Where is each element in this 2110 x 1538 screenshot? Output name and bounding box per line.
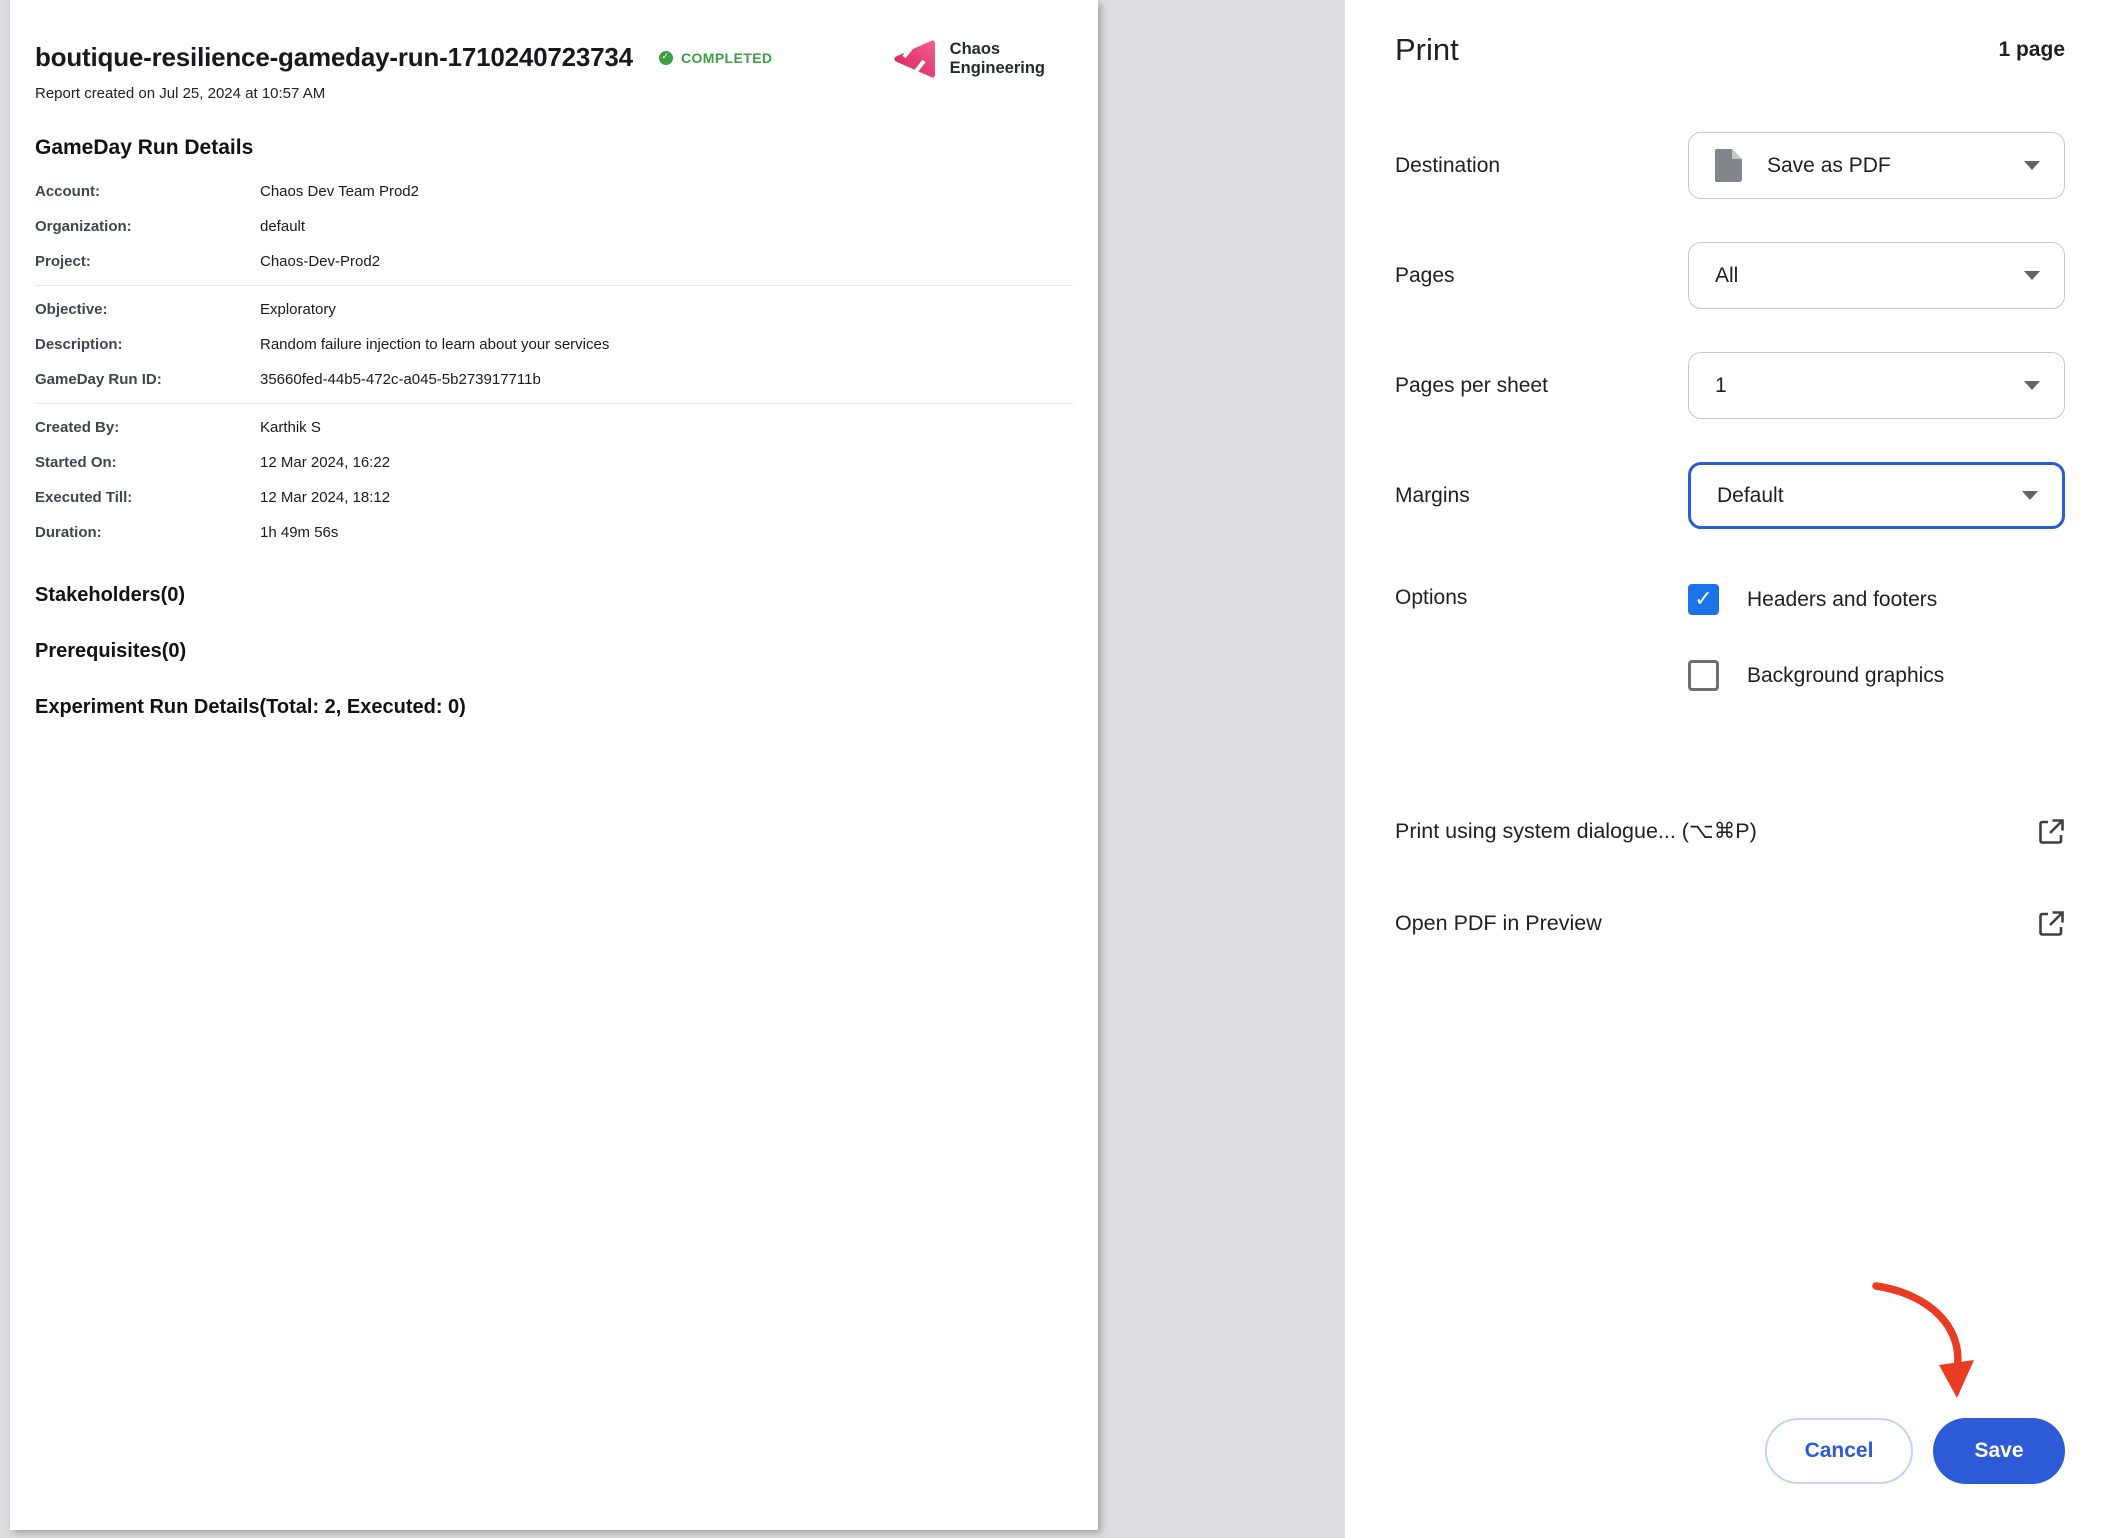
external-link-icon bbox=[2038, 818, 2065, 845]
external-link-icon bbox=[2038, 910, 2065, 937]
divider bbox=[35, 403, 1073, 404]
chevron-down-icon bbox=[2024, 271, 2040, 280]
destination-select[interactable]: Save as PDF bbox=[1688, 132, 2065, 199]
cancel-button[interactable]: Cancel bbox=[1765, 1418, 1913, 1484]
detail-row: Started On: 12 Mar 2024, 16:22 bbox=[35, 445, 1073, 480]
page-count: 1 page bbox=[1998, 38, 2065, 62]
details-table: Account: Chaos Dev Team Prod2 Organizati… bbox=[35, 174, 1073, 550]
chevron-down-icon bbox=[2024, 381, 2040, 390]
pages-per-sheet-value: 1 bbox=[1715, 374, 1727, 398]
report-title: boutique-resilience-gameday-run-17102407… bbox=[35, 42, 633, 73]
pages-value: All bbox=[1715, 264, 1738, 288]
brand-name: Chaos Engineering bbox=[950, 40, 1045, 79]
chaos-engineering-logo-icon bbox=[890, 35, 938, 83]
detail-row: GameDay Run ID: 35660fed-44b5-472c-a045-… bbox=[35, 362, 1073, 397]
brand-block: Chaos Engineering bbox=[890, 35, 1045, 83]
checkbox-checked-icon[interactable]: ✓ bbox=[1688, 584, 1719, 615]
chevron-down-icon bbox=[2022, 491, 2038, 500]
status-badge: COMPLETED bbox=[659, 50, 773, 66]
checkbox-unchecked-icon[interactable]: ✓ bbox=[1688, 660, 1719, 691]
destination-label: Destination bbox=[1395, 154, 1688, 178]
details-heading: GameDay Run Details bbox=[35, 136, 1073, 160]
options-label: Options bbox=[1395, 586, 1688, 610]
margins-value: Default bbox=[1717, 484, 1784, 508]
detail-row: Executed Till: 12 Mar 2024, 18:12 bbox=[35, 480, 1073, 515]
experiments-heading: Experiment Run Details(Total: 2, Execute… bbox=[35, 696, 1073, 719]
pages-select[interactable]: All bbox=[1688, 242, 2065, 309]
print-preview-area: boutique-resilience-gameday-run-17102407… bbox=[0, 0, 1345, 1538]
detail-row: Objective: Exploratory bbox=[35, 292, 1073, 327]
open-pdf-preview-link[interactable]: Open PDF in Preview bbox=[1395, 905, 2065, 941]
chevron-down-icon bbox=[2024, 161, 2040, 170]
destination-value: Save as PDF bbox=[1767, 154, 1891, 178]
detail-row: Organization: default bbox=[35, 209, 1073, 244]
report-page-preview: boutique-resilience-gameday-run-17102407… bbox=[10, 0, 1098, 1530]
report-created-line: Report created on Jul 25, 2024 at 10:57 … bbox=[35, 85, 1073, 102]
margins-select[interactable]: Default bbox=[1688, 462, 2065, 529]
pdf-file-icon bbox=[1715, 149, 1742, 182]
prerequisites-heading: Prerequisites(0) bbox=[35, 640, 1073, 663]
pages-per-sheet-select[interactable]: 1 bbox=[1688, 352, 2065, 419]
detail-row: Description: Random failure injection to… bbox=[35, 327, 1073, 362]
detail-row: Duration: 1h 49m 56s bbox=[35, 515, 1073, 550]
stakeholders-heading: Stakeholders(0) bbox=[35, 584, 1073, 607]
detail-row: Created By: Karthik S bbox=[35, 410, 1073, 445]
status-label: COMPLETED bbox=[681, 50, 773, 66]
panel-title: Print bbox=[1395, 32, 1459, 68]
system-dialog-link[interactable]: Print using system dialogue... (⌥⌘P) bbox=[1395, 813, 2065, 849]
print-settings-panel: Print 1 page Destination Save as PDF Pag… bbox=[1345, 0, 2110, 1538]
detail-row: Project: Chaos-Dev-Prod2 bbox=[35, 244, 1073, 279]
save-button[interactable]: Save bbox=[1933, 1418, 2065, 1484]
status-check-icon bbox=[659, 51, 673, 65]
pages-per-sheet-label: Pages per sheet bbox=[1395, 374, 1688, 398]
margins-label: Margins bbox=[1395, 484, 1688, 508]
background-graphics-checkbox-row[interactable]: ✓ Background graphics bbox=[1688, 660, 1944, 691]
headers-footers-checkbox-row[interactable]: ✓ Headers and footers bbox=[1688, 584, 1944, 615]
divider bbox=[35, 285, 1073, 286]
pages-label: Pages bbox=[1395, 264, 1688, 288]
detail-row: Account: Chaos Dev Team Prod2 bbox=[35, 174, 1073, 209]
